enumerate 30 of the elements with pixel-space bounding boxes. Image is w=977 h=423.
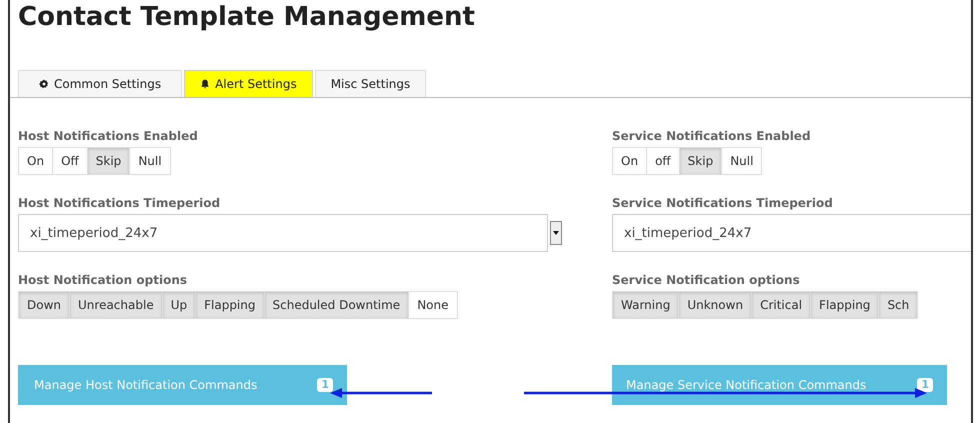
tab[interactable]: Misc Settings bbox=[314, 70, 426, 97]
tab[interactable]: Common Settings bbox=[18, 70, 182, 97]
gear-icon bbox=[39, 79, 49, 89]
field-label: Host Notifications Timeperiod bbox=[18, 195, 220, 211]
option-toggle[interactable]: Critical bbox=[752, 292, 812, 318]
tab[interactable]: Alert Settings bbox=[184, 70, 313, 97]
field-label: Host Notification options bbox=[18, 272, 188, 288]
count-badge: 1 bbox=[917, 378, 933, 392]
option-toggle[interactable]: Down bbox=[19, 292, 70, 318]
field-label: Host Notifications Enabled bbox=[18, 128, 198, 144]
option-toggle[interactable]: Unreachable bbox=[70, 292, 163, 318]
field-label: Service Notification options bbox=[612, 272, 800, 288]
count-badge: 1 bbox=[317, 378, 333, 392]
toggle-option[interactable]: Skip bbox=[88, 148, 130, 174]
option-toggle[interactable]: Up bbox=[162, 292, 196, 318]
page-title: Contact Template Management bbox=[17, 1, 476, 34]
field-label: Service Notifications Enabled bbox=[612, 128, 811, 144]
option-toggle[interactable]: Sch bbox=[879, 292, 918, 318]
timeperiod-select[interactable]: xi_timeperiod_24x7 bbox=[612, 214, 971, 252]
option-toggle[interactable]: Unknown bbox=[679, 292, 752, 318]
toggle-option[interactable]: Skip bbox=[680, 148, 722, 174]
caret-icon bbox=[553, 231, 559, 235]
timeperiod-select[interactable]: xi_timeperiod_24x7 bbox=[18, 214, 548, 252]
option-toggle[interactable]: Scheduled Downtime bbox=[264, 292, 410, 318]
option-toggle[interactable]: Warning bbox=[613, 292, 680, 318]
option-toggle[interactable]: Flapping bbox=[811, 292, 880, 318]
field-label: Service Notifications Timeperiod bbox=[612, 195, 833, 211]
option-toggle[interactable]: Flapping bbox=[196, 292, 264, 318]
bell-icon bbox=[200, 79, 210, 89]
dropdown-button[interactable] bbox=[550, 221, 562, 245]
